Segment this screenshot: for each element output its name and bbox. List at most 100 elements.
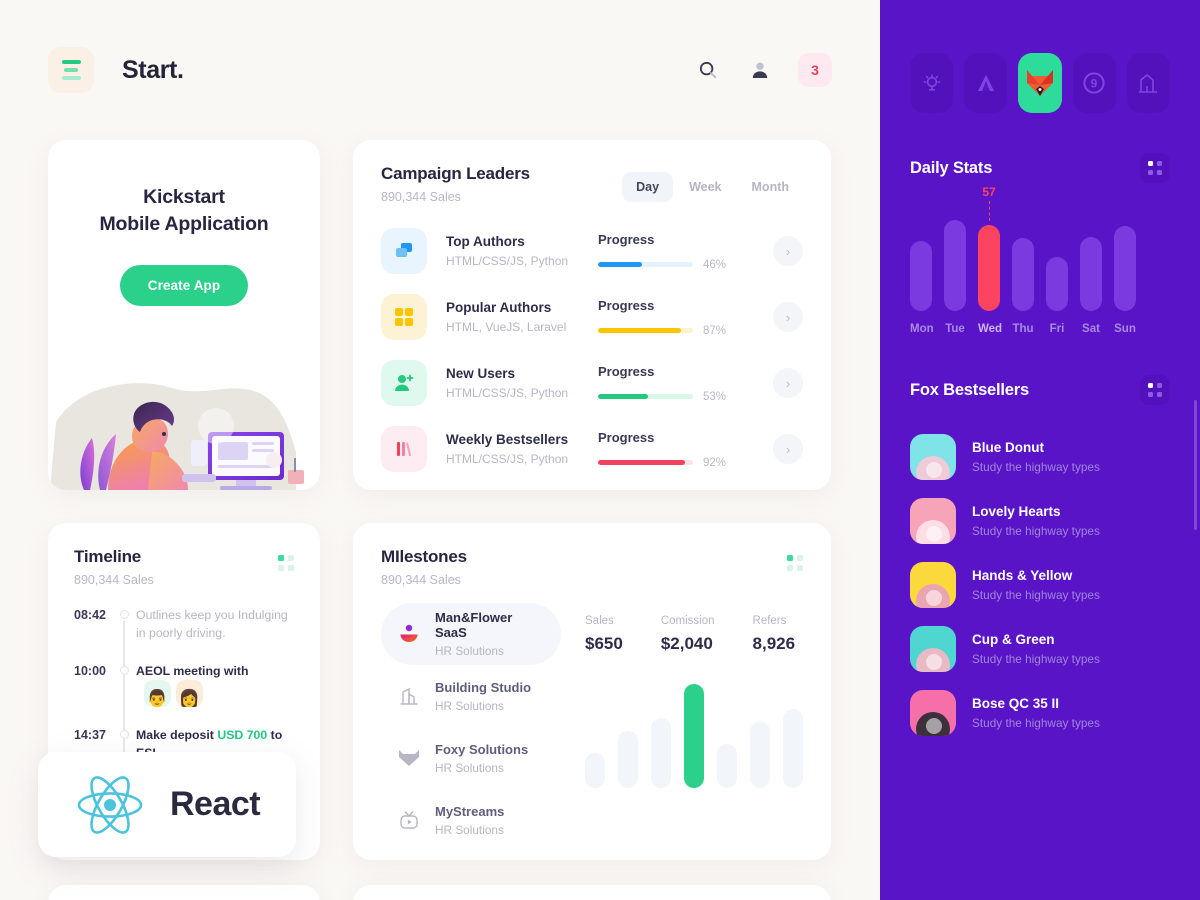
bar bbox=[717, 744, 737, 788]
table-row[interactable]: Weekly Bestsellers HTML/CSS/JS, Python Pro… bbox=[381, 416, 803, 482]
tab-month[interactable]: Month bbox=[738, 172, 803, 202]
dashboard-row-top: Kickstart Mobile Application Create App bbox=[48, 140, 831, 490]
campaign-period-tabs: Day Week Month bbox=[622, 172, 803, 202]
bestsellers-title: Fox Bestsellers bbox=[910, 380, 1029, 399]
bottom-card-left-preview[interactable] bbox=[48, 885, 320, 900]
kickstart-card: Kickstart Mobile Application Create App bbox=[48, 140, 320, 490]
bottom-card-right-preview[interactable] bbox=[353, 885, 831, 900]
product-sub: Study the highway types bbox=[972, 716, 1100, 730]
list-item[interactable]: Building Studio HR Solutions bbox=[381, 665, 561, 727]
stat-value: $650 bbox=[585, 634, 623, 653]
milestones-body: Man&Flower SaaS HR Solutions Building Stud… bbox=[381, 603, 803, 851]
chevron-right-icon[interactable]: › bbox=[773, 236, 803, 266]
campaign-row-name: Top Authors bbox=[446, 234, 525, 249]
user-avatar-icon[interactable] bbox=[746, 56, 774, 84]
axis-tick-label: Fri bbox=[1049, 323, 1065, 335]
table-row[interactable]: New Users HTML/CSS/JS, Python Progress 53% › bbox=[381, 350, 803, 416]
create-app-button[interactable]: Create App bbox=[119, 265, 249, 307]
list-item[interactable]: Bose QC 35 II Study the highway types bbox=[910, 681, 1170, 745]
tv-play-icon bbox=[395, 809, 423, 831]
flower-logo-icon bbox=[395, 622, 423, 646]
list-item[interactable]: Cup & Green Study the highway types bbox=[910, 617, 1170, 681]
chat-bubbles-icon bbox=[381, 228, 427, 274]
bar bbox=[1114, 226, 1136, 311]
adobe-arrow-icon[interactable] bbox=[964, 53, 1008, 113]
table-row[interactable]: Popular Authors HTML, VueJS, Laravel Progr… bbox=[381, 284, 803, 350]
milestones-metrics: Sales $650 Comission $2,040 Refers 8,926 bbox=[561, 603, 803, 851]
chevron-right-icon[interactable]: › bbox=[773, 302, 803, 332]
list-item[interactable]: MyStreams HR Solutions bbox=[381, 789, 561, 851]
right-sidebar: 9 Daily Stats 57 Mon Tue Wed Thu Fri Sat Sun F… bbox=[880, 0, 1200, 900]
avatar: 👨 bbox=[144, 680, 171, 708]
bar bbox=[618, 730, 638, 788]
bar bbox=[1080, 236, 1102, 311]
stat-value: 8,926 bbox=[752, 634, 796, 653]
daily-stats-title: Daily Stats bbox=[910, 158, 993, 177]
stat-block: Refers 8,926 bbox=[753, 615, 796, 654]
bar-column bbox=[1114, 205, 1136, 311]
axis-tick-label: Thu bbox=[1012, 323, 1034, 335]
building-icon[interactable] bbox=[1126, 53, 1171, 113]
react-atom-logo-icon bbox=[77, 775, 143, 834]
campaign-row-desc: HTML/CSS/JS, Python bbox=[446, 386, 569, 400]
grid-dots-icon[interactable] bbox=[1140, 375, 1170, 405]
table-row[interactable]: Top Authors HTML/CSS/JS, Python Progress 46… bbox=[381, 218, 803, 284]
grid-dots-icon[interactable] bbox=[278, 555, 294, 571]
react-badge-card[interactable]: React bbox=[38, 752, 296, 857]
milestones-bar-chart bbox=[585, 678, 803, 788]
campaign-leaders-card: Campaign Leaders 890,344 Sales Day Week … bbox=[353, 140, 831, 490]
grid-squares-icon bbox=[381, 294, 427, 340]
axis-tick-label: Sat bbox=[1082, 323, 1100, 335]
user-plus-icon bbox=[381, 360, 427, 406]
timeline-dot bbox=[119, 665, 129, 675]
company-sub: HR Solutions bbox=[435, 822, 504, 837]
product-sub: Study the highway types bbox=[972, 460, 1100, 474]
sidebar-scrollbar[interactable] bbox=[1194, 400, 1197, 530]
tab-day[interactable]: Day bbox=[622, 172, 674, 202]
product-sub: Study the highway types bbox=[972, 588, 1100, 602]
chevron-right-icon[interactable]: › bbox=[773, 368, 803, 398]
list-item[interactable]: Blue Donut Study the highway types bbox=[910, 425, 1170, 489]
product-name: Lovely Hearts bbox=[972, 504, 1061, 519]
hamburger-menu-icon[interactable] bbox=[48, 47, 94, 93]
timeline-dot bbox=[119, 610, 129, 619]
list-item[interactable]: Lovely Hearts Study the highway types bbox=[910, 489, 1170, 553]
campaign-progress: Progress 53% bbox=[598, 364, 748, 403]
product-thumbnail bbox=[910, 690, 956, 736]
timeline-time: 08:42 bbox=[74, 608, 106, 622]
timeline-text: AEOL meeting with 👨 👩 bbox=[136, 663, 294, 708]
bar bbox=[684, 683, 704, 788]
milestones-title: MIlestones bbox=[381, 547, 467, 566]
product-sub: Study the highway types bbox=[972, 652, 1100, 666]
bar bbox=[1046, 256, 1068, 311]
avatar: 👩 bbox=[176, 680, 203, 708]
grid-dots-icon[interactable] bbox=[1140, 153, 1170, 183]
company-name: Building Studio bbox=[435, 679, 532, 695]
progress-label: Progress bbox=[598, 297, 655, 313]
list-item[interactable]: Foxy Solutions HR Solutions bbox=[381, 727, 561, 789]
tab-week[interactable]: Week bbox=[675, 172, 735, 202]
list-item[interactable]: Man&Flower SaaS HR Solutions bbox=[381, 603, 561, 665]
campaign-row-name: New Users bbox=[446, 366, 516, 381]
grid-dots-icon[interactable] bbox=[787, 555, 803, 571]
list-item[interactable]: 08:42 Outlines keep you Indulging in poor… bbox=[74, 607, 294, 643]
list-item[interactable]: Hands & Yellow Study the highway types bbox=[910, 553, 1170, 617]
search-icon[interactable] bbox=[694, 56, 722, 84]
product-thumbnail bbox=[910, 626, 956, 672]
fox-head-icon bbox=[395, 748, 423, 768]
bar bbox=[750, 722, 770, 788]
campaign-row-desc: HTML/CSS/JS, Python bbox=[446, 254, 569, 268]
fox-logo-icon[interactable] bbox=[1018, 53, 1062, 113]
kickstart-heading: Kickstart Mobile Application bbox=[99, 186, 269, 235]
list-item[interactable]: 10:00 AEOL meeting with 👨 👩 bbox=[74, 663, 294, 708]
notification-badge[interactable]: 3 bbox=[798, 53, 832, 87]
nine-circle-icon[interactable]: 9 bbox=[1072, 53, 1116, 113]
avatar-group: 👨 👩 bbox=[144, 680, 203, 708]
timeline-header: Timeline 890,344 Sales bbox=[74, 547, 294, 587]
company-sub: HR Solutions bbox=[435, 644, 504, 658]
campaign-row-text: Weekly Bestsellers HTML/CSS/JS, Python bbox=[446, 432, 598, 466]
timeline-text-pre: Make deposit bbox=[136, 728, 218, 743]
lightbulb-icon[interactable] bbox=[910, 53, 954, 113]
chevron-right-icon[interactable]: › bbox=[773, 434, 803, 464]
milestones-company-list: Man&Flower SaaS HR Solutions Building Stud… bbox=[381, 603, 561, 851]
